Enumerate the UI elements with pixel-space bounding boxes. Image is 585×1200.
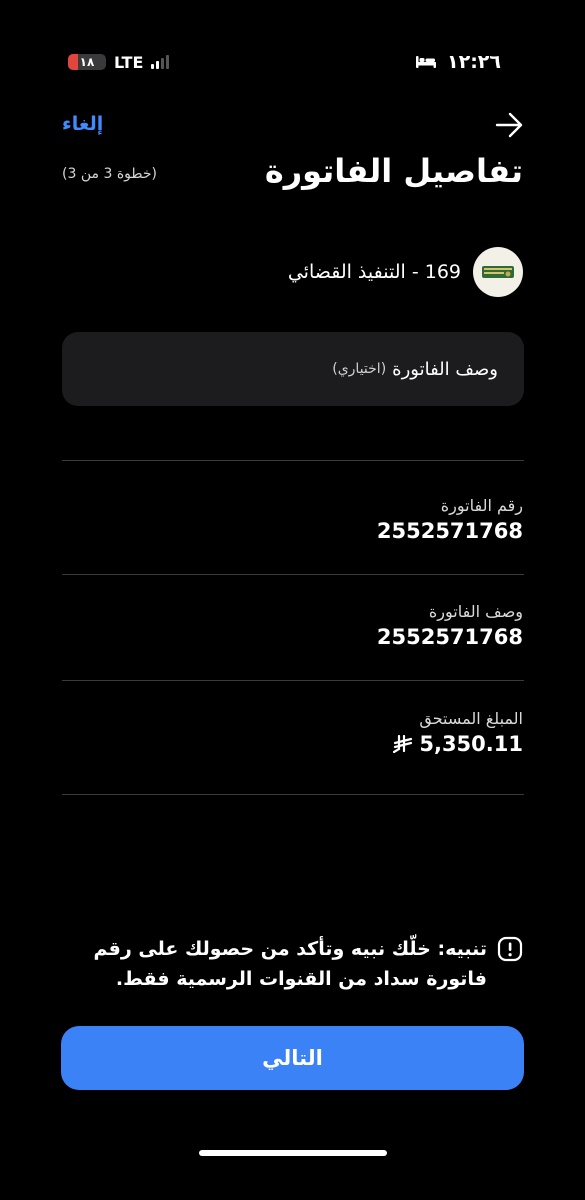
step-indicator: (خطوة 3 من 3) [62,166,157,182]
description-placeholder: وصف الفاتورة [392,358,498,380]
invoice-number-field: رقم الفاتورة 2552571768 [377,496,523,543]
biller-name: 169 - التنفيذ القضائي [287,261,461,283]
battery-icon: ١٨ [68,54,106,70]
cancel-button[interactable]: إلغاء [62,113,103,135]
invoice-description-value: 2552571768 [376,625,523,649]
clock: ١٢:٢٦ [447,51,501,73]
invoice-description-label: وصف الفاتورة [428,602,523,621]
status-bar-left: ١٨ LTE [68,50,170,74]
biller-logo-icon [473,247,523,297]
signal-icon [151,55,170,69]
page-title: تفاصيل الفاتورة [264,152,523,190]
divider [62,794,524,795]
status-bar-right: ١٢:٢٦ [415,50,501,74]
home-indicator[interactable] [199,1150,387,1156]
warning-notice: تنبيه: خلّك نبيه وتأكد من حصولك على رقم … [83,934,523,994]
warning-text: تنبيه: خلّك نبيه وتأكد من حصولك على رقم … [93,938,488,990]
amount-due-value-row: 5,350.11 [393,732,523,756]
amount-due-label: المبلغ المستحق [419,709,523,728]
invoice-description-field: وصف الفاتورة 2552571768 [377,602,523,649]
back-arrow-icon[interactable] [495,112,523,138]
biller-row: 169 - التنفيذ القضائي [288,246,523,298]
battery-level: ١٨ [79,55,95,69]
invoice-description-input[interactable]: وصف الفاتورة (اختياري) [62,332,524,406]
amount-due-field: المبلغ المستحق 5,350.11 [393,709,523,756]
sleep-focus-icon [416,56,436,68]
optional-hint: (اختياري) [332,361,387,377]
sar-currency-icon [393,735,413,753]
amount-due-value: 5,350.11 [419,732,523,756]
network-type: LTE [114,52,144,72]
status-bar: ١٨ LTE ١٢:٢٦ [0,50,585,74]
divider [62,680,524,681]
next-button[interactable]: التالي [61,1026,524,1090]
divider [62,460,524,461]
exclamation-icon [497,936,523,962]
divider [62,574,524,575]
invoice-number-value: 2552571768 [376,519,523,543]
invoice-number-label: رقم الفاتورة [440,496,523,515]
